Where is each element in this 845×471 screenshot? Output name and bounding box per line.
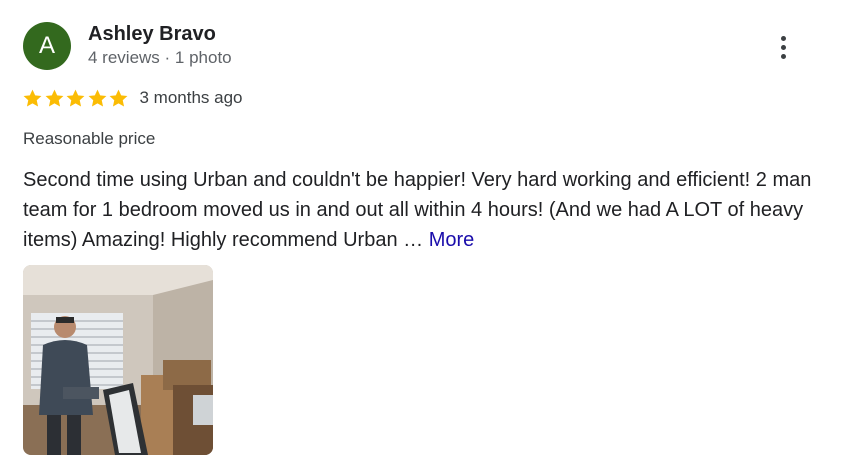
reviewer-name[interactable]: Ashley Bravo [88,23,216,46]
review-date: 3 months ago [139,88,243,107]
reviewer-meta: 4 reviews · 1 photo [88,48,232,67]
star-icon [109,89,128,106]
review-text: Second time using Urban and couldn't be … [23,165,823,255]
avatar[interactable]: A [23,22,71,70]
star-rating [22,88,130,109]
review-photo[interactable] [23,265,213,455]
photo-illustration [23,265,213,455]
star-icon [23,89,42,106]
review-tag: Reasonable price [23,129,156,148]
more-link[interactable]: More [429,229,475,251]
star-icon [66,89,85,106]
more-vert-icon-dot-2 [780,44,786,50]
more-options-button[interactable] [766,30,800,64]
rating-row: 3 months ago [22,86,243,110]
star-icon [88,89,106,106]
more-vert-icon [780,35,786,41]
review-body: Second time using Urban and couldn't be … [23,169,812,251]
star-icon [45,89,63,106]
more-vert-icon-dot-3 [780,53,786,59]
